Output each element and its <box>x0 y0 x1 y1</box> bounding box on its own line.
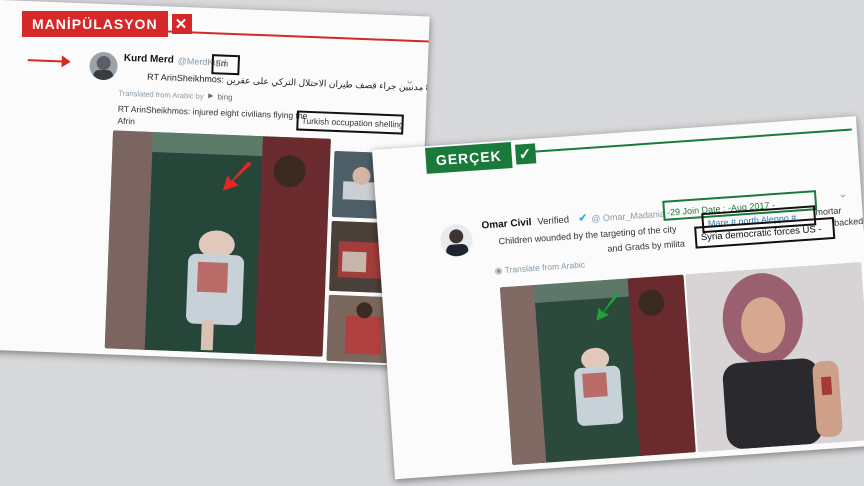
injured-girl-image <box>685 262 864 453</box>
translation-text-suffix: Afrin <box>117 115 136 127</box>
translator-name: bing <box>217 92 233 102</box>
verified-label: Verified <box>537 214 570 228</box>
manipulation-tag: MANİPÜLASYON ✕ <box>22 11 192 37</box>
globe-icon: ◉ <box>494 265 503 276</box>
truth-divider <box>532 128 852 153</box>
avatar-photo-icon <box>93 56 114 81</box>
x-icon: ✕ <box>171 14 192 34</box>
avatar[interactable] <box>89 51 119 81</box>
hospital-scene-image <box>104 130 331 357</box>
time-highlight-box <box>211 54 241 76</box>
bing-logo-icon: ▸ <box>208 90 214 101</box>
pointer-arrow-icon <box>61 55 71 68</box>
manipulation-tweet-card: Kurd Merd @MerdKurd 5m ⌄ RT ArinSheikhmo… <box>0 0 430 367</box>
avatar-photo-icon <box>439 223 474 258</box>
tweet-line2-suffix: backed <box>833 215 864 228</box>
red-arrow-icon <box>221 161 254 199</box>
manipulation-tag-label: MANİPÜLASYON <box>22 11 168 37</box>
tweet-line1-suffix: mortar <box>815 205 842 218</box>
tweet-photo-main[interactable] <box>104 130 331 357</box>
translate-link[interactable]: Translate from Arabic <box>504 259 585 275</box>
check-icon: ✓ <box>514 143 537 165</box>
user-handle[interactable]: @ Omar_Madania <box>591 209 665 224</box>
translation-text-prefix: RT ArinSheikhmos: injured eight civilian… <box>117 103 308 121</box>
chevron-down-icon[interactable]: ⌄ <box>838 187 848 201</box>
avatar[interactable] <box>439 223 474 258</box>
user-name[interactable]: Kurd Merd <box>124 53 174 66</box>
green-arrow-icon <box>593 293 623 328</box>
tweet-photo-girl[interactable] <box>685 262 864 453</box>
translated-from-label: Translated from Arabic by <box>118 88 204 101</box>
translation-highlight-box <box>296 110 404 135</box>
manipulation-pointer-line <box>27 59 64 63</box>
verified-badge-icon: ✔ <box>577 212 588 225</box>
user-name[interactable]: Omar Civil <box>481 217 532 231</box>
tweet-line2-prefix: and Grads by milita <box>607 238 686 254</box>
